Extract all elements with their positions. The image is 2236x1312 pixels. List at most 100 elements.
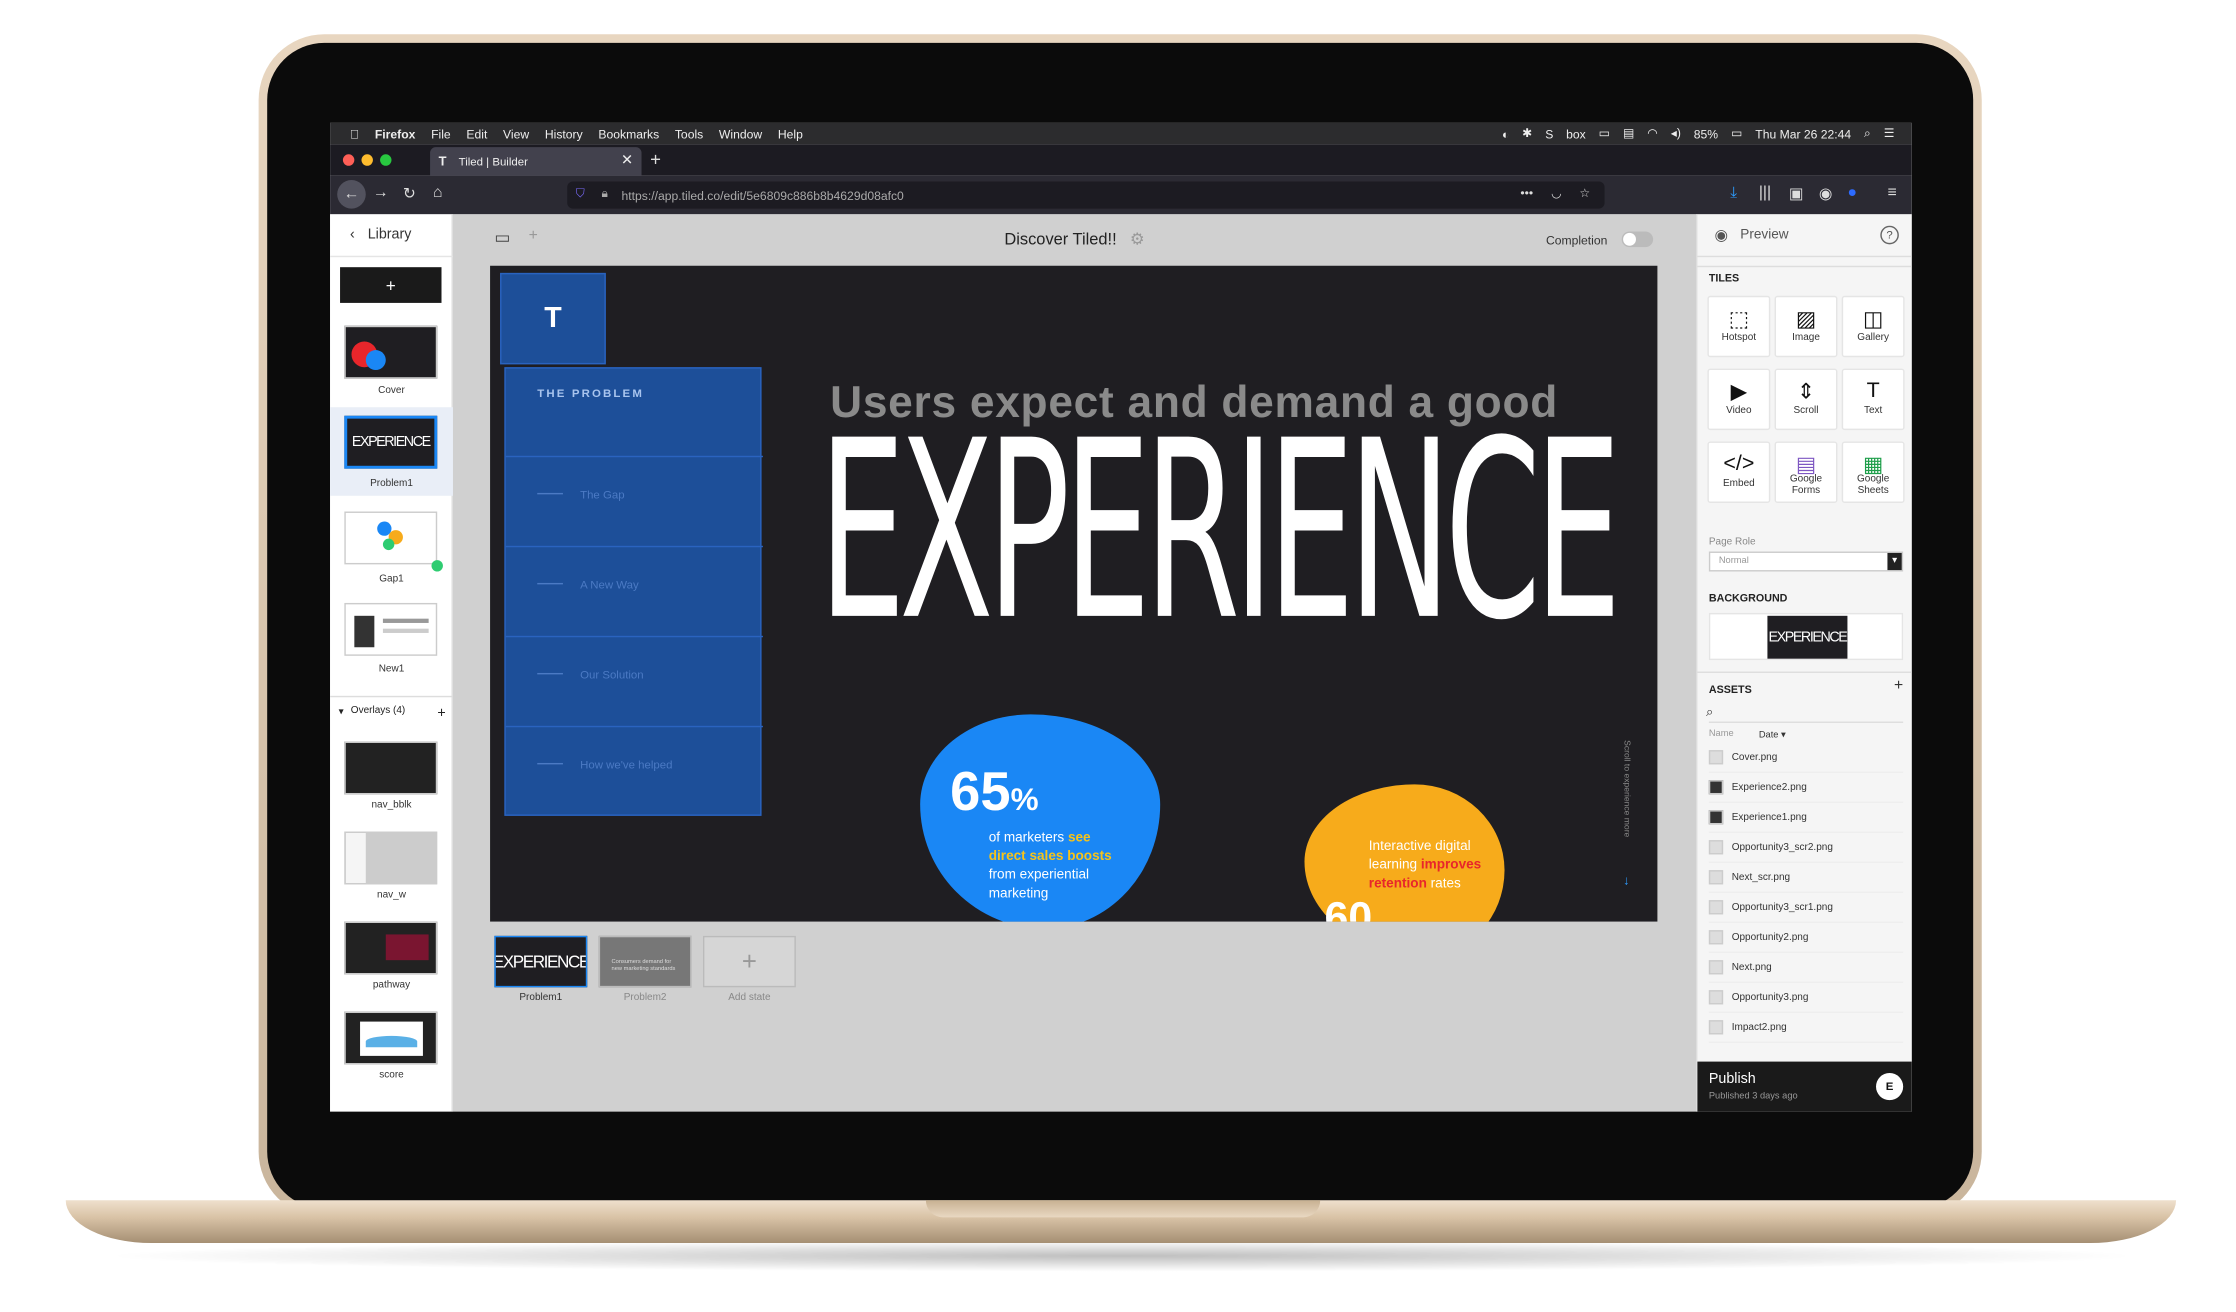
tab-close-icon[interactable]: ✕ [621, 153, 633, 169]
chevron-left-icon[interactable]: ‹ [350, 227, 355, 243]
state-thumb-problem1[interactable]: EXPERIENCE [494, 935, 588, 988]
airplay-icon[interactable]: ▭ [1599, 126, 1610, 142]
col-name[interactable]: Name [1709, 729, 1734, 739]
slide-nav-item[interactable]: How we've helped [506, 729, 763, 818]
tile-video[interactable]: ▶ Video [1707, 368, 1771, 431]
slide-nav-item[interactable]: The Gap [505, 459, 763, 548]
tile-hotspot[interactable]: ⬚ Hotspot [1707, 295, 1771, 358]
url-text[interactable]: https://app.tiled.co/edit/5e6809c886b8b4… [622, 188, 904, 202]
asset-row[interactable]: Opportunity3_scr2.png [1708, 833, 1904, 863]
menu-view[interactable]: View [503, 126, 529, 140]
help-icon[interactable]: ? [1880, 225, 1899, 245]
zoom-window-button[interactable] [380, 154, 392, 166]
wifi-icon[interactable]: ◠ [1647, 126, 1658, 142]
browser-tab[interactable]: T Tiled | Builder ✕ [430, 147, 642, 176]
asset-row[interactable]: Opportunity2.png [1708, 923, 1904, 954]
library-icon[interactable]: ||| [1759, 184, 1771, 201]
tray-box-label[interactable]: box [1566, 126, 1586, 140]
asset-row[interactable]: Opportunity3.png [1708, 983, 1904, 1014]
page-title[interactable]: Discover Tiled!! [1004, 231, 1116, 248]
tile-gallery[interactable]: ◫ Gallery [1841, 295, 1905, 358]
menu-edit[interactable]: Edit [466, 126, 487, 140]
tile-embed[interactable]: </> Embed [1707, 441, 1771, 503]
url-bar[interactable]: ⛉ 🔒︎ https://app.tiled.co/edit/5e6809c88… [567, 181, 1605, 209]
page-thumb-new1[interactable] [344, 602, 438, 656]
new-tab-button[interactable]: + [650, 149, 661, 170]
back-icon[interactable]: ← [337, 180, 366, 209]
page-role-select[interactable]: Normal [1708, 551, 1904, 572]
menu-tools[interactable]: Tools [675, 126, 703, 140]
page-thumb-problem1[interactable]: EXPERIENCE [344, 415, 438, 469]
close-window-button[interactable] [342, 154, 355, 166]
add-state-button[interactable]: + [702, 935, 796, 988]
col-date[interactable]: Date ▾ [1759, 729, 1786, 740]
tray-s-icon[interactable]: S [1545, 126, 1553, 140]
apple-menu-icon[interactable]:  [350, 126, 359, 140]
lock-icon[interactable]: 🔒︎ [602, 186, 608, 202]
preview-button[interactable]: ◉ Preview ? [1697, 214, 1912, 258]
overlays-header[interactable]: ▾ Overlays (4) + [339, 706, 446, 722]
shield-icon[interactable]: ⛉ [576, 186, 585, 202]
menu-bookmarks[interactable]: Bookmarks [598, 126, 659, 140]
page-actions-icon[interactable]: ••• [1520, 186, 1533, 200]
background-picker[interactable]: EXPERIENCE [1708, 612, 1904, 661]
page-thumb-gap1[interactable] [344, 511, 438, 565]
slide-nav-header[interactable]: THE PROBLEM [505, 369, 763, 458]
bookmark-star-icon[interactable]: ☆ [1579, 186, 1590, 202]
page-thumb-cover[interactable] [344, 325, 438, 379]
pocket-icon[interactable]: ◡ [1551, 186, 1562, 202]
publish-label[interactable]: Publish [1709, 1072, 1756, 1088]
user-avatar[interactable]: E [1876, 1073, 1904, 1101]
asset-row[interactable]: Opportunity3_scr1.png [1708, 893, 1904, 924]
completion-toggle[interactable] [1621, 231, 1654, 248]
clock[interactable]: Thu Mar 26 22:44 [1755, 126, 1851, 140]
overlay-thumb-nav-bblk[interactable] [344, 741, 438, 795]
settings-gear-icon[interactable]: ⚙ [1130, 231, 1145, 248]
tile-google-forms[interactable]: ▤ Google Forms [1774, 441, 1838, 503]
slide-canvas[interactable]: T THE PROBLEM The Gap A New Way Our Solu… [490, 265, 1658, 922]
menu-help[interactable]: Help [778, 126, 803, 140]
triangle-down-icon[interactable]: ▾ [339, 706, 344, 722]
tile-google-sheets[interactable]: ▦ Google Sheets [1841, 441, 1905, 503]
overlay-thumb-pathway[interactable] [344, 921, 438, 975]
asset-row[interactable]: Next.png [1708, 953, 1904, 984]
overlay-thumb-score[interactable] [344, 1011, 438, 1065]
tiled-logo[interactable]: T [500, 272, 606, 365]
state-thumb-problem2[interactable]: Consumers demand for new marketing stand… [598, 935, 692, 988]
asset-row[interactable]: Cover.png [1708, 743, 1904, 773]
menu-firefox[interactable]: Firefox [375, 126, 415, 140]
add-overlay-button[interactable]: + [437, 706, 445, 722]
reload-icon[interactable]: ↻ [403, 184, 416, 203]
tray-c-icon[interactable]: ◐ [1502, 126, 1509, 140]
tray-star-icon[interactable]: ✱ [1522, 126, 1532, 142]
spotlight-icon[interactable]: ⌕ [1864, 126, 1871, 142]
minimize-window-button[interactable] [361, 154, 373, 166]
volume-icon[interactable]: ◂) [1671, 126, 1681, 142]
home-icon[interactable]: ⌂ [433, 184, 443, 201]
publish-bar[interactable]: Publish Published 3 days ago E [1697, 1061, 1912, 1112]
menu-hamburger-icon[interactable]: ≡ [1887, 184, 1896, 201]
library-header[interactable]: ‹ Library [330, 214, 453, 258]
menu-file[interactable]: File [431, 126, 451, 140]
tile-image[interactable]: ▨ Image [1774, 295, 1838, 358]
forward-icon[interactable]: → [373, 184, 389, 201]
add-page-button[interactable]: + [340, 267, 442, 303]
sidebar-icon[interactable]: ▣ [1789, 184, 1804, 203]
asset-row[interactable]: Experience1.png [1708, 803, 1904, 833]
menu-window[interactable]: Window [719, 126, 762, 140]
downloads-icon[interactable]: ⤓ [1730, 184, 1737, 203]
battery-icon[interactable]: ▭ [1731, 126, 1742, 142]
asset-row[interactable]: Next_scr.png [1708, 863, 1904, 893]
overlay-thumb-nav-w[interactable] [344, 831, 438, 885]
add-asset-button[interactable]: + [1894, 677, 1903, 694]
slide-nav-item[interactable]: Our Solution [505, 639, 763, 728]
flag-icon[interactable]: ▤ [1623, 126, 1634, 142]
slide-nav-item[interactable]: A New Way [505, 549, 763, 638]
asset-row[interactable]: Impact2.png [1708, 1013, 1904, 1044]
account-icon[interactable]: ◉ [1819, 184, 1833, 203]
menu-history[interactable]: History [545, 126, 583, 140]
tile-text[interactable]: T Text [1841, 368, 1905, 431]
tile-scroll[interactable]: ⇕ Scroll [1774, 368, 1838, 431]
search-icon[interactable]: ⌕ [1706, 704, 1713, 720]
asset-row[interactable]: Experience2.png [1708, 773, 1904, 803]
